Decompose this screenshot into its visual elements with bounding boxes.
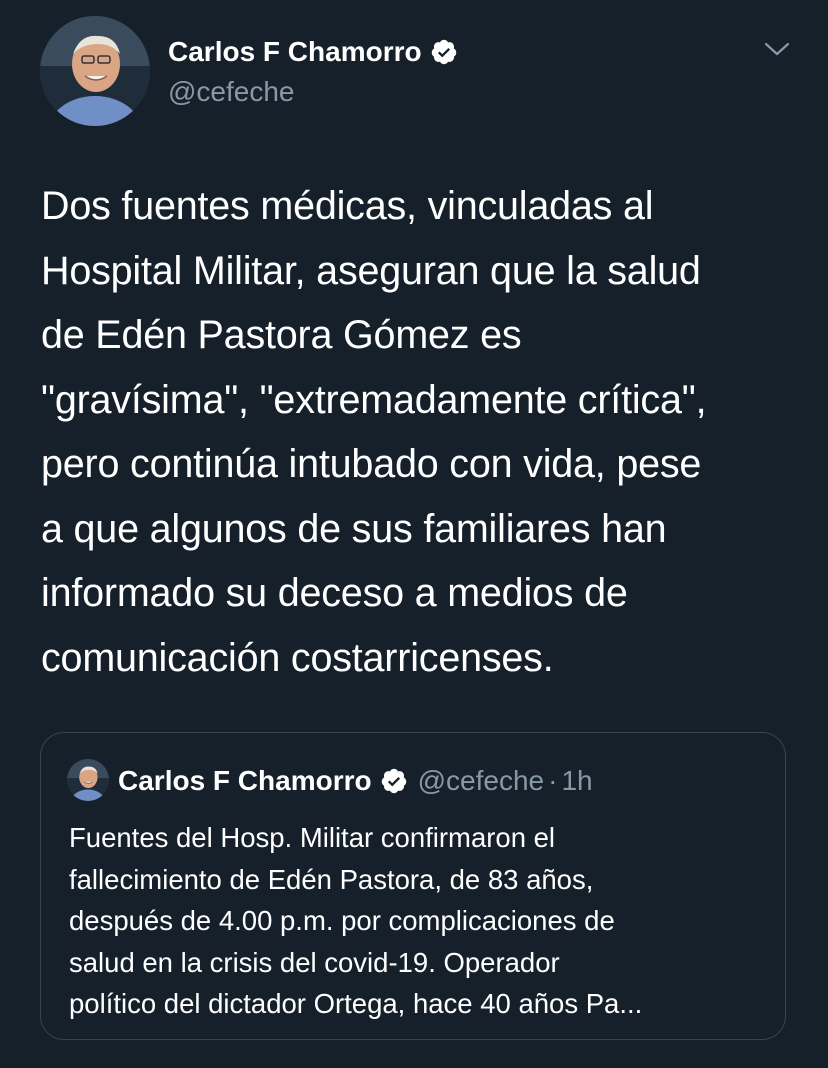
tweet-text-line: Hospital Militar, aseguran que la salud: [41, 248, 701, 293]
tweet-text-line: Dos fuentes médicas, vinculadas al: [41, 184, 654, 228]
quoted-text-line: político del dictador Ortega, hace 40 añ…: [69, 988, 643, 1019]
separator-dot: ·: [548, 765, 558, 796]
quoted-tweet-time: 1h: [561, 765, 593, 796]
tweet-text-line: de Edén Pastora Gómez es: [41, 313, 522, 357]
quoted-author-name: Carlos F Chamorro: [118, 765, 372, 796]
quoted-tweet-text: Fuentes del Hosp. Militar confirmaron el…: [69, 817, 769, 1025]
quoted-tweet-header: Carlos F Chamorro @cefeche · 1h: [118, 761, 593, 801]
verified-badge-icon: [431, 39, 456, 65]
quoted-text-line: Fuentes del Hosp. Militar confirmaron el: [69, 822, 556, 853]
quoted-text-line: fallecimiento de Edén Pastora, de 83 año…: [69, 863, 594, 895]
quoted-tweet-card[interactable]: Carlos F Chamorro @cefeche · 1h Fuentes …: [40, 732, 786, 1040]
quoted-text-line: salud en la crisis del covid-19. Operado…: [69, 946, 560, 978]
quoted-author-avatar: [67, 759, 109, 801]
tweet-text: Dos fuentes médicas, vinculadas al Hospi…: [41, 174, 811, 690]
author-name[interactable]: Carlos F Chamorro: [168, 34, 458, 70]
tweet-text-line: a que algunos de sus familiares han: [41, 506, 667, 551]
tweet-text-line: informado su deceso a medios de: [41, 571, 628, 615]
chevron-down-icon: [764, 42, 790, 56]
tweet-menu-button[interactable]: [762, 38, 792, 62]
author-name-text: Carlos F Chamorro: [168, 36, 422, 67]
tweet-text-line: pero continúa intubado con vida, pese: [41, 442, 702, 486]
tweet-text-line: "gravísima", "extremadamente crítica",: [41, 377, 707, 422]
author-avatar[interactable]: [40, 16, 150, 126]
author-handle[interactable]: @cefeche: [168, 74, 295, 110]
quoted-text-line: después de 4.00 p.m. por complicaciones …: [69, 905, 615, 936]
tweet-text-line: comunicación costarricenses.: [41, 635, 554, 680]
verified-badge-icon: [381, 768, 406, 794]
quoted-author-handle: @cefeche: [417, 765, 545, 796]
tweet: Carlos F Chamorro @cefeche Dos fuentes m…: [0, 0, 828, 1068]
profile-photo-icon: [40, 16, 150, 126]
profile-photo-icon: [67, 759, 109, 801]
